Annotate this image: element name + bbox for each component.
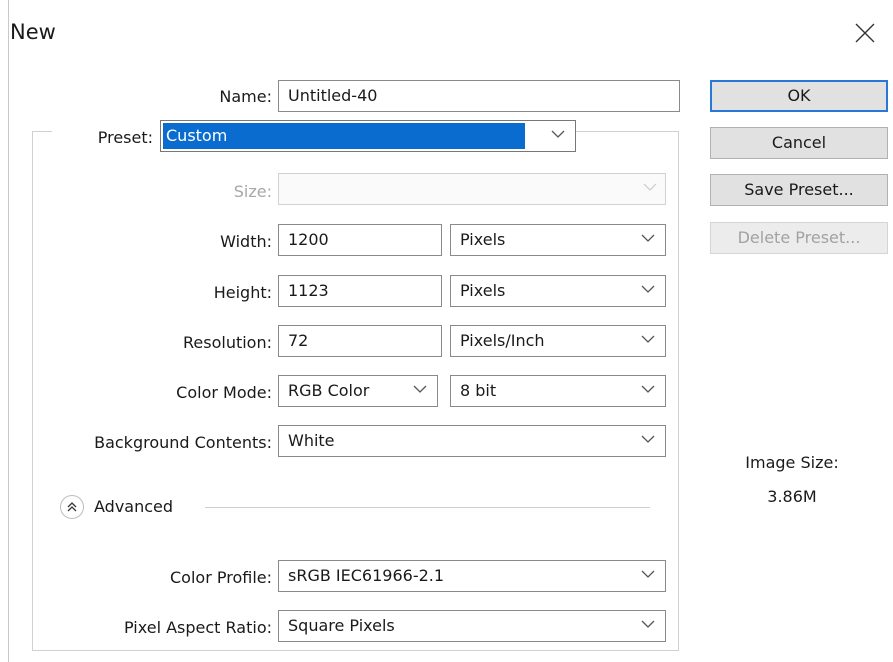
close-icon bbox=[855, 23, 875, 43]
height-unit-value: Pixels bbox=[460, 281, 506, 300]
height-input[interactable]: 1123 bbox=[278, 275, 442, 307]
color-mode-value: RGB Color bbox=[288, 381, 370, 400]
pixel-aspect-ratio-select[interactable]: Square Pixels bbox=[278, 610, 666, 642]
resolution-unit-value: Pixels/Inch bbox=[460, 331, 545, 350]
dialog-left-border bbox=[8, 0, 9, 662]
close-button[interactable] bbox=[852, 20, 878, 46]
chevron-down-icon bbox=[641, 285, 655, 293]
resolution-unit-select[interactable]: Pixels/Inch bbox=[450, 325, 666, 357]
background-contents-select[interactable]: White bbox=[278, 425, 666, 457]
background-contents-label: Background Contents: bbox=[94, 433, 272, 452]
height-unit-select[interactable]: Pixels bbox=[450, 275, 666, 307]
chevron-down-icon bbox=[641, 385, 655, 393]
chevron-double-up-icon bbox=[67, 502, 77, 512]
width-label: Width: bbox=[220, 232, 272, 251]
pixel-aspect-ratio-label: Pixel Aspect Ratio: bbox=[124, 618, 272, 637]
chevron-down-icon bbox=[641, 335, 655, 343]
dialog-title: New bbox=[10, 20, 56, 44]
chevron-down-icon bbox=[413, 385, 427, 393]
color-mode-select[interactable]: RGB Color bbox=[278, 375, 438, 407]
cancel-button[interactable]: Cancel bbox=[710, 127, 888, 159]
new-document-dialog: New Name: Untitled-40 Preset: Custom Siz… bbox=[0, 0, 893, 662]
height-label: Height: bbox=[213, 283, 272, 302]
chevron-down-icon bbox=[643, 183, 657, 191]
resolution-label: Resolution: bbox=[183, 333, 272, 352]
advanced-divider bbox=[205, 507, 650, 508]
advanced-collapse-button[interactable] bbox=[60, 495, 84, 519]
preset-selected-value: Custom bbox=[163, 123, 525, 149]
chevron-down-icon bbox=[641, 620, 655, 628]
size-label: Size: bbox=[233, 182, 272, 201]
save-preset-button[interactable]: Save Preset... bbox=[710, 174, 888, 206]
pixel-aspect-ratio-value: Square Pixels bbox=[288, 616, 395, 635]
preset-select[interactable]: Custom bbox=[160, 120, 576, 152]
color-profile-label: Color Profile: bbox=[170, 568, 272, 587]
color-profile-value: sRGB IEC61966-2.1 bbox=[288, 566, 445, 585]
resolution-input[interactable]: 72 bbox=[278, 325, 442, 357]
advanced-label: Advanced bbox=[94, 497, 174, 516]
chevron-down-icon bbox=[551, 130, 565, 138]
delete-preset-button: Delete Preset... bbox=[710, 222, 888, 254]
chevron-down-icon bbox=[641, 570, 655, 578]
name-label: Name: bbox=[219, 87, 272, 106]
chevron-down-icon bbox=[641, 234, 655, 242]
bit-depth-value: 8 bit bbox=[460, 381, 497, 400]
image-size-value: 3.86M bbox=[767, 487, 817, 506]
image-size-label: Image Size: bbox=[745, 453, 839, 472]
color-profile-select[interactable]: sRGB IEC61966-2.1 bbox=[278, 560, 666, 592]
color-mode-label: Color Mode: bbox=[176, 383, 272, 402]
bit-depth-select[interactable]: 8 bit bbox=[450, 375, 666, 407]
name-input[interactable]: Untitled-40 bbox=[278, 80, 680, 112]
preset-label: Preset: bbox=[97, 128, 153, 147]
width-unit-select[interactable]: Pixels bbox=[450, 224, 666, 256]
size-select bbox=[278, 173, 666, 205]
chevron-down-icon bbox=[641, 435, 655, 443]
ok-button[interactable]: OK bbox=[710, 80, 888, 112]
width-unit-value: Pixels bbox=[460, 230, 506, 249]
width-input[interactable]: 1200 bbox=[278, 224, 442, 256]
background-contents-value: White bbox=[288, 431, 335, 450]
